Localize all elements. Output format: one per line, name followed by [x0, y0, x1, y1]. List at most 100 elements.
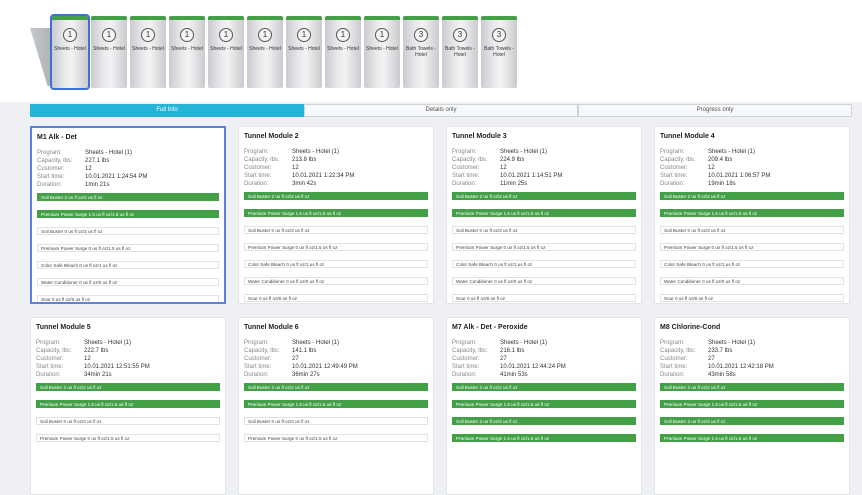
field-label: Duration: — [37, 182, 62, 188]
tunnel-module-3[interactable]: 1 Sheets - Hotel — [130, 16, 166, 88]
chemical-row: Soil Buster 2 us fl oz/2 us fl oz — [37, 193, 219, 201]
module-status-bar — [286, 16, 322, 20]
field-value: 11min 25s — [500, 181, 528, 187]
module-card[interactable]: Tunnel Module 2 Program: Sheets - Hotel (1… — [238, 126, 434, 304]
field-value: 10.01.2021 1:24:54 PM — [85, 174, 148, 180]
module-status-bar — [247, 16, 283, 20]
card-field-capacity: Capacity, lbs: 216.1 lbs — [452, 347, 636, 355]
field-value: Sheets - Hotel (1) — [292, 340, 340, 346]
module-number-badge: 1 — [141, 28, 155, 42]
module-program-label: Sheets - Hotel — [210, 46, 242, 52]
field-label: Customer: — [452, 356, 480, 362]
tunnel-module-4[interactable]: 1 Sheets - Hotel — [169, 16, 205, 88]
tab-details-only[interactable]: Details only — [304, 104, 578, 117]
tunnel-module-1[interactable]: 1 Sheets - Hotel — [50, 14, 90, 90]
field-value: 141.1 lbs — [292, 348, 317, 354]
chemical-row: Premium Power Surge 0 us fl oz/1.5 us fl… — [37, 244, 219, 252]
tunnel-module-7[interactable]: 1 Sheets - Hotel — [286, 16, 322, 88]
tunnel-module-8[interactable]: 1 Sheets - Hotel — [325, 16, 361, 88]
chemical-row: Water Conditioner 0 us fl oz/0 us fl oz — [37, 278, 219, 286]
chemical-row: Soil Buster 2 us fl oz/2 us fl oz — [244, 192, 428, 200]
card-field-duration: Duration: 3min 42s — [244, 180, 428, 188]
field-value: 1min 21s — [85, 182, 110, 188]
module-number-badge: 3 — [492, 28, 506, 42]
card-field-duration: Duration: 41min 53s — [452, 371, 636, 379]
card-title: Tunnel Module 5 — [36, 324, 91, 331]
card-field-program: Program: Sheets - Hotel (1) — [660, 339, 844, 347]
chemical-row: Premium Power Surge 1.5 us fl oz/1.5 us … — [660, 434, 844, 442]
module-status-bar — [481, 16, 517, 20]
field-value: 12 — [84, 356, 91, 362]
field-label: Program: — [660, 340, 685, 346]
card-field-start: Start time: 10.01.2021 1:24:54 PM — [37, 173, 219, 181]
view-tabs: Full Info Details only Progress only — [30, 104, 852, 117]
module-list: 1 Sheets - Hotel 1 Sheets - Hotel 1 Sheets - … — [50, 14, 517, 90]
tunnel-module-12[interactable]: 3 Bath Towels - Hotel — [481, 16, 517, 88]
chemical-row: Premium Power Surge 1.5 us fl oz/1.5 us … — [244, 209, 428, 217]
card-field-start: Start time: 10.01.2021 1:14:51 PM — [452, 172, 636, 180]
chemical-row: Soil Buster 0 us fl oz/3 us fl oz — [37, 227, 219, 235]
field-value: 10.01.2021 1:22:34 PM — [292, 173, 355, 179]
field-label: Customer: — [244, 356, 272, 362]
tab-progress-only[interactable]: Progress only — [578, 104, 852, 117]
module-card[interactable]: M8 Chlorine-Cond Program: Sheets - Hotel (… — [654, 317, 850, 495]
module-program-label: Sheets - Hotel — [249, 46, 281, 52]
module-card[interactable]: M1 Alk - Det Program: Sheets - Hotel (1) Ca… — [30, 126, 226, 304]
module-card[interactable]: Tunnel Module 5 Program: Sheets - Hotel (1… — [30, 317, 226, 495]
field-value: Sheets - Hotel (1) — [500, 340, 548, 346]
module-number-badge: 3 — [453, 28, 467, 42]
field-label: Start time: — [660, 173, 688, 179]
module-program-label: Sheets - Hotel — [54, 46, 86, 52]
chemical-row: Sour 0 us fl oz/6 us fl oz — [37, 295, 219, 302]
field-value: 209.4 lbs — [708, 157, 733, 163]
card-field-duration: Duration: 11min 25s — [452, 180, 636, 188]
card-field-capacity: Capacity, lbs: 222.7 lbs — [36, 347, 220, 355]
tunnel-module-2[interactable]: 1 Sheets - Hotel — [91, 16, 127, 88]
card-field-start: Start time: 10.01.2021 12:49:49 PM — [244, 363, 428, 371]
chemical-row: Water Conditioner 0 us fl oz/0 us fl oz — [452, 277, 636, 285]
card-title: M1 Alk - Det — [37, 134, 77, 141]
field-value: 222.7 lbs — [84, 348, 109, 354]
module-status-bar — [325, 16, 361, 20]
module-number-badge: 3 — [414, 28, 428, 42]
field-value: 213.8 lbs — [292, 157, 317, 163]
tunnel-module-6[interactable]: 1 Sheets - Hotel — [247, 16, 283, 88]
tunnel-module-5[interactable]: 1 Sheets - Hotel — [208, 16, 244, 88]
field-value: 36min 27s — [292, 372, 320, 378]
chemical-row: Premium Power Surge 0 us fl oz/1.5 us fl… — [452, 243, 636, 251]
field-label: Start time: — [660, 364, 688, 370]
chemical-row: Premium Power Surge 1.5 us fl oz/1.5 us … — [36, 400, 220, 408]
card-field-customer: Customer: 12 — [36, 355, 220, 363]
module-program-label: Sheets - Hotel — [288, 46, 320, 52]
card-field-program: Program: Sheets - Hotel (1) — [244, 339, 428, 347]
card-field-duration: Duration: 34min 21s — [36, 371, 220, 379]
field-label: Customer: — [37, 166, 65, 172]
chemical-row: Premium Power Surge 1.5 us fl oz/1.5 us … — [37, 210, 219, 218]
card-title: Tunnel Module 4 — [660, 133, 715, 140]
module-number-badge: 1 — [102, 28, 116, 42]
card-field-program: Program: Sheets - Hotel (1) — [452, 148, 636, 156]
chemical-row: Soil Buster 2 us fl oz/2 us fl oz — [660, 192, 844, 200]
card-field-duration: Duration: 1min 21s — [37, 181, 219, 189]
field-label: Start time: — [452, 364, 480, 370]
tunnel-module-10[interactable]: 3 Bath Towels - Hotel — [403, 16, 439, 88]
tunnel-module-11[interactable]: 3 Bath Towels - Hotel — [442, 16, 478, 88]
card-title: M7 Alk - Det - Peroxide — [452, 324, 528, 331]
card-field-program: Program: Sheets - Hotel (1) — [660, 148, 844, 156]
field-label: Program: — [244, 340, 269, 346]
module-card[interactable]: M7 Alk - Det - Peroxide Program: Sheets - … — [446, 317, 642, 495]
field-label: Program: — [244, 149, 269, 155]
module-card[interactable]: Tunnel Module 6 Program: Sheets - Hotel (1… — [238, 317, 434, 495]
module-card[interactable]: Tunnel Module 4 Program: Sheets - Hotel (1… — [654, 126, 850, 304]
field-value: 10.01.2021 12:44:24 PM — [500, 364, 566, 370]
module-card[interactable]: Tunnel Module 3 Program: Sheets - Hotel (1… — [446, 126, 642, 304]
tab-full-info[interactable]: Full Info — [30, 104, 304, 117]
card-field-program: Program: Sheets - Hotel (1) — [37, 149, 219, 157]
tunnel-module-9[interactable]: 1 Sheets - Hotel — [364, 16, 400, 88]
card-field-capacity: Capacity, lbs: 213.8 lbs — [244, 156, 428, 164]
card-field-capacity: Capacity, lbs: 141.1 lbs — [244, 347, 428, 355]
field-label: Capacity, lbs: — [36, 348, 72, 354]
card-field-program: Program: Sheets - Hotel (1) — [244, 148, 428, 156]
module-program-label: Sheets - Hotel — [327, 46, 359, 52]
module-status-bar — [169, 16, 205, 20]
